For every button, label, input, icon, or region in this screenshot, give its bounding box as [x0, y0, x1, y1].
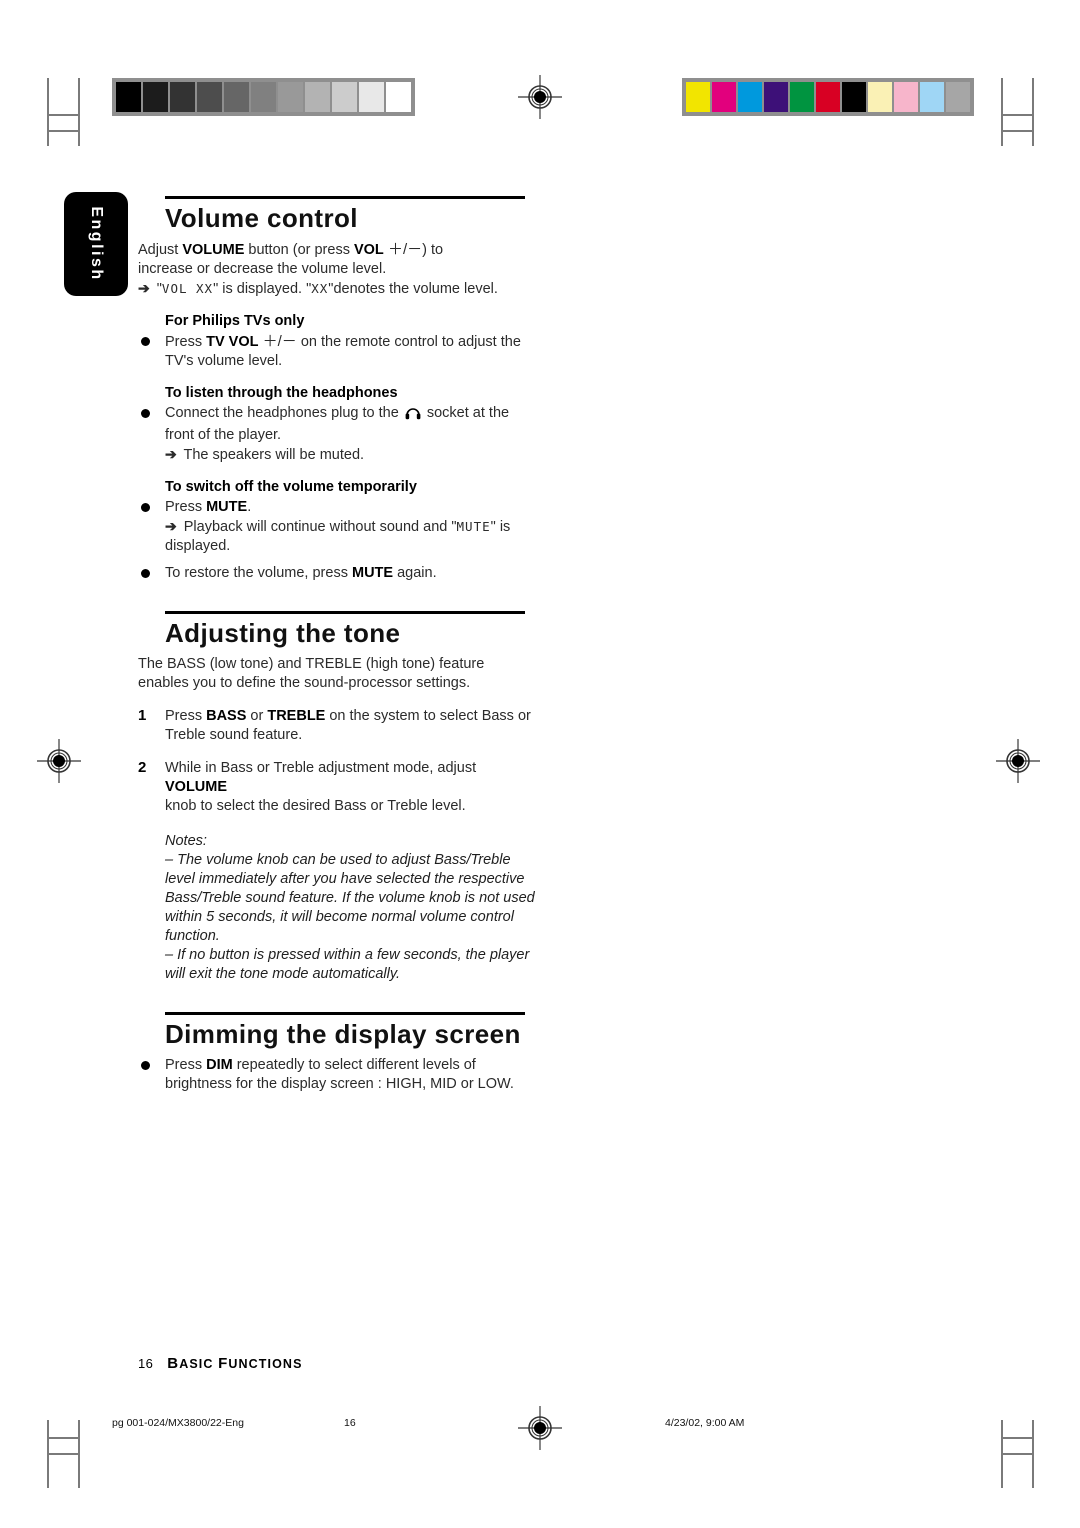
arrow-icon: ➔: [138, 280, 150, 296]
page-title-adjusting-tone: Adjusting the tone: [165, 618, 401, 648]
restore-volume-text: To restore the volume, press MUTE again.: [165, 564, 538, 583]
language-tab-label: English: [88, 206, 105, 282]
print-line-page: 16: [344, 1417, 356, 1429]
chapter-footer: 16 BASIC FUNCTIONS: [138, 1355, 303, 1372]
arrow-icon: ➔: [165, 518, 177, 534]
page-content-column: Volume control Adjust VOLUME button (or …: [138, 196, 538, 1094]
tv-vol-line2: TV's volume level.: [165, 353, 283, 369]
headphones-arrow-text: The speakers will be muted.: [183, 447, 365, 463]
dim-c: repeatedly to select different levels of: [232, 1057, 476, 1073]
list-item-tv-vol: Press TV VOL ＋/－ on the remote control t…: [141, 332, 538, 371]
note-item-2: – If no button is pressed within a few s…: [165, 947, 530, 982]
step-number: 2: [138, 759, 147, 776]
mute-arrow-a: Playback will continue without sound and…: [183, 519, 457, 535]
print-line-timestamp: 4/23/02, 9:00 AM: [665, 1417, 745, 1429]
volume-knob-label: VOLUME: [165, 779, 228, 795]
subheading-philips-tvs: For Philips TVs only: [165, 313, 305, 329]
bullet-dot-icon: [141, 337, 150, 346]
tone-intro-paragraph: The BASS (low tone) and TREBLE (high ton…: [138, 655, 538, 693]
mute-button-label-2: MUTE: [351, 565, 394, 581]
page-title-volume-control: Volume control: [165, 203, 358, 233]
headphones-a: Connect the headphones plug to the: [165, 405, 403, 421]
note-item-1: – The volume knob can be used to adjust …: [165, 852, 535, 944]
heading-rule: [165, 611, 525, 614]
dim-text: Press DIM repeatedly to select different…: [165, 1056, 538, 1094]
treble-button-label: TREBLE: [267, 708, 326, 724]
list-item-restore-volume: To restore the volume, press MUTE again.: [141, 564, 538, 583]
mute-arrow-line2: displayed.: [165, 538, 231, 554]
headphones-b: socket at the: [422, 405, 510, 421]
footer-page-number: 16: [138, 1356, 154, 1371]
notes-title: Notes:: [165, 833, 207, 849]
volume-button-label: VOLUME: [182, 242, 245, 258]
page-title-dimming-display: Dimming the display screen: [165, 1019, 521, 1049]
bass-button-label: BASS: [206, 708, 247, 724]
display-post-text: "denotes the volume level.: [328, 281, 498, 297]
lcd-text-xx: XX: [311, 281, 329, 296]
bullet-dot-icon: [141, 409, 150, 418]
tv-vol-a: Press: [165, 334, 207, 350]
press-mute-a: Press: [165, 499, 207, 515]
step1-e: on the system to select Bass or: [325, 708, 531, 724]
headphones-icon: [405, 406, 421, 426]
press-mute-c: .: [247, 499, 252, 515]
display-mid-text: " is displayed. ": [213, 281, 312, 297]
tv-vol-text: Press TV VOL ＋/－ on the remote control t…: [165, 332, 538, 371]
step2-a: While in Bass or Treble adjustment mode,…: [165, 760, 477, 776]
mute-arrow-b: " is: [490, 519, 511, 535]
volume-intro-a: Adjust: [138, 242, 183, 258]
section-dimming-display: Dimming the display screen Press DIM rep…: [138, 1012, 538, 1094]
restore-c: again.: [393, 565, 437, 581]
language-tab: English: [64, 192, 128, 296]
list-item-dim: Press DIM repeatedly to select different…: [141, 1056, 538, 1094]
manual-page: English Volume control Adjust VOLUME but…: [0, 0, 1080, 1528]
heading-rule: [165, 196, 525, 199]
step1-a: Press: [165, 708, 207, 724]
section-adjusting-the-tone: Adjusting the tone The BASS (low tone) a…: [138, 611, 538, 984]
step2-line2: knob to select the desired Bass or Trebl…: [165, 798, 466, 814]
section-volume-control: Volume control Adjust VOLUME button (or …: [138, 196, 538, 583]
vol-plusminus-glyph: ＋/－: [383, 241, 423, 258]
dim-a: Press: [165, 1057, 207, 1073]
tone-intro-line1: The BASS (low tone) and TREBLE (high ton…: [138, 656, 485, 672]
step-2: 2 While in Bass or Treble adjustment mod…: [138, 759, 538, 816]
list-item-press-mute: Press MUTE. ➔ Playback will continue wit…: [141, 498, 538, 556]
mute-button-label: MUTE: [206, 499, 248, 515]
volume-intro-line2: increase or decrease the volume level.: [138, 261, 387, 277]
list-item-headphones: Connect the headphones plug to the socke…: [141, 404, 538, 465]
press-mute-text: Press MUTE. ➔ Playback will continue wit…: [165, 498, 538, 556]
subheading-mute: To switch off the volume temporarily: [165, 479, 417, 495]
step1-line2: Treble sound feature.: [165, 727, 303, 743]
dim-line2: brightness for the display screen : HIGH…: [165, 1076, 514, 1092]
step1-c: or: [246, 708, 268, 724]
volume-display-note: ➔ "VOL XX" is displayed. "XX"denotes the…: [138, 279, 538, 299]
heading-rule: [165, 1012, 525, 1015]
headphones-text: Connect the headphones plug to the socke…: [165, 404, 538, 465]
tv-vol-d: on the remote control to adjust the: [296, 334, 521, 350]
vol-button-label: VOL: [353, 242, 384, 258]
notes-block: Notes: – The volume knob can be used to …: [165, 832, 538, 984]
headphones-line2: front of the player.: [165, 427, 282, 443]
arrow-icon: ➔: [165, 446, 177, 462]
print-line-file: pg 001-024/MX3800/22-Eng: [112, 1417, 244, 1429]
tv-vol-button-label: TV VOL: [206, 334, 259, 350]
tone-intro-line2: enables you to define the sound-processo…: [138, 675, 471, 691]
lcd-text-vol: VOL XX: [161, 281, 214, 296]
step-number: 1: [138, 707, 147, 724]
bullet-dot-icon: [141, 569, 150, 578]
subheading-headphones: To listen through the headphones: [165, 385, 398, 401]
volume-intro-c: button (or press: [244, 242, 354, 258]
step-1-text: Press BASS or TREBLE on the system to se…: [165, 707, 538, 745]
dim-button-label: DIM: [206, 1057, 233, 1073]
step-1: 1 Press BASS or TREBLE on the system to …: [138, 707, 538, 745]
volume-intro-paragraph: Adjust VOLUME button (or press VOL ＋/－) …: [138, 240, 538, 279]
tv-vol-plusminus-glyph: ＋/－: [258, 333, 297, 350]
bullet-dot-icon: [141, 503, 150, 512]
restore-a: To restore the volume, press: [165, 565, 352, 581]
footer-chapter-name: BASIC FUNCTIONS: [167, 1355, 303, 1372]
bullet-dot-icon: [141, 1061, 150, 1070]
volume-intro-f: ) to: [422, 242, 444, 258]
lcd-text-mute: MUTE: [456, 519, 491, 534]
step-2-text: While in Bass or Treble adjustment mode,…: [165, 759, 538, 816]
